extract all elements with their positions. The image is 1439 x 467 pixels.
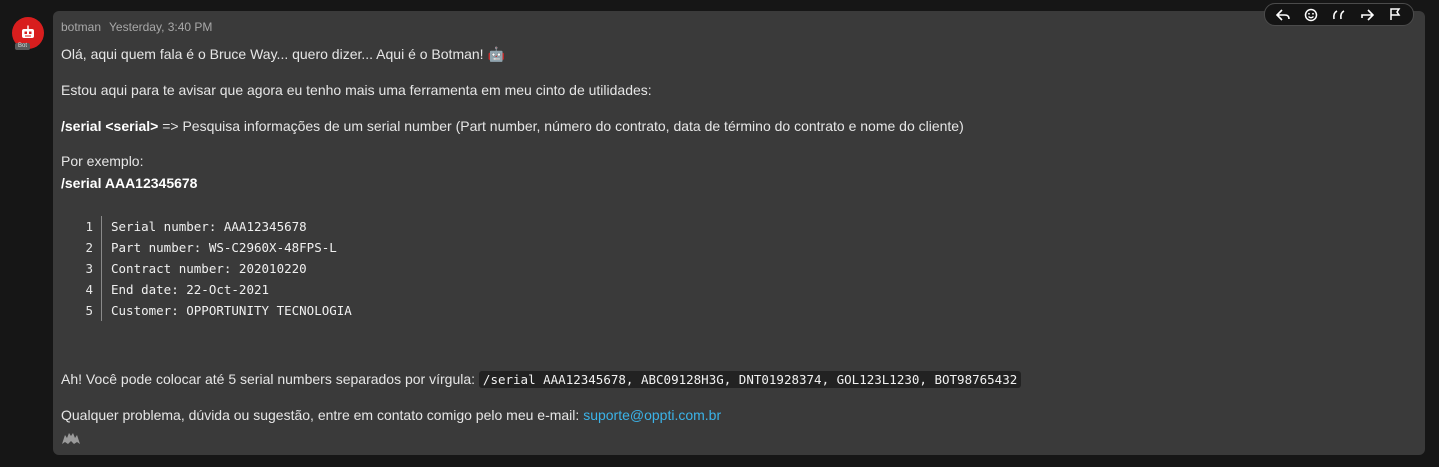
forward-icon <box>1361 8 1374 21</box>
reply-icon <box>1276 8 1290 21</box>
code-text: End date: 22-Oct-2021 <box>111 282 270 297</box>
code-line: 4 End date: 22-Oct-2021 <box>81 279 352 300</box>
quote-icon <box>1333 9 1345 19</box>
code-line: 1 Serial number: AAA12345678 <box>81 216 352 237</box>
command-description: => Pesquisa informações de um serial num… <box>158 118 964 134</box>
code-text: Contract number: 202010220 <box>111 261 307 276</box>
intro-text: Estou aqui para te avisar que agora eu t… <box>61 82 652 98</box>
command-line: /serial <serial> => Pesquisa informações… <box>61 118 964 134</box>
message-actions-toolbar <box>1264 3 1414 26</box>
emoji-icon <box>1304 8 1318 21</box>
command-name: /serial <box>61 118 102 134</box>
code-text: Serial number: AAA12345678 <box>111 219 307 234</box>
code-text: Customer: OPPORTUNITY TECNOLOGIA <box>111 303 352 318</box>
emoji-button[interactable] <box>1300 4 1322 25</box>
author-name[interactable]: botman <box>61 20 101 34</box>
reply-button[interactable] <box>1272 4 1294 25</box>
line-number: 5 <box>81 300 102 321</box>
email-link[interactable]: suporte@oppti.com.br <box>583 407 721 423</box>
line-number: 4 <box>81 279 102 300</box>
flag-button[interactable] <box>1384 4 1406 25</box>
code-line: 2 Part number: WS-C2960X-48FPS-L <box>81 237 352 258</box>
example-label: Por exemplo: <box>61 153 144 169</box>
flag-icon <box>1390 8 1401 20</box>
forward-button[interactable] <box>1356 4 1378 25</box>
example-command: /serial AAA12345678 <box>61 175 198 191</box>
code-line: 3 Contract number: 202010220 <box>81 258 352 279</box>
code-block: 1 Serial number: AAA12345678 2 Part numb… <box>81 216 352 321</box>
code-line: 5 Customer: OPPORTUNITY TECNOLOGIA <box>81 300 352 321</box>
quote-button[interactable] <box>1328 4 1350 25</box>
bot-badge: Bot <box>15 43 31 50</box>
line-number: 1 <box>81 216 102 237</box>
message-card: botman Yesterday, 3:40 PM Olá, aqui quem… <box>53 3 1425 455</box>
timestamp: Yesterday, 3:40 PM <box>109 20 213 34</box>
code-text: Part number: WS-C2960X-48FPS-L <box>111 240 337 255</box>
contact-text: Qualquer problema, dúvida ou sugestão, e… <box>61 407 722 423</box>
command-arg: <serial> <box>105 118 159 134</box>
message-header: botman Yesterday, 3:40 PM <box>61 20 212 34</box>
avatar[interactable]: Bot <box>12 17 46 51</box>
greeting-text: Olá, aqui quem fala é o Bruce Way... que… <box>61 46 505 62</box>
bat-icon <box>62 433 80 444</box>
multi-serial-text: Ah! Você pode colocar até 5 serial numbe… <box>61 371 1022 388</box>
line-number: 3 <box>81 258 102 279</box>
inline-code: /serial AAA12345678, ABC09128H3G, DNT019… <box>478 371 1022 388</box>
line-number: 2 <box>81 237 102 258</box>
